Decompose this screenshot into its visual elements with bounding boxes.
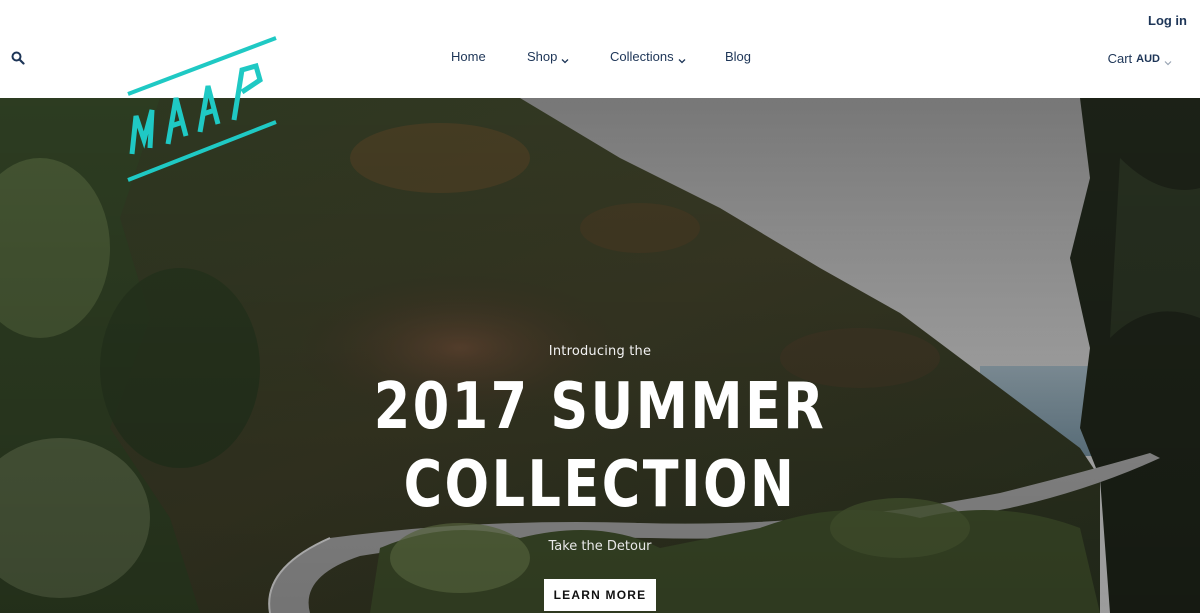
currency-selector[interactable]: AUD [1136, 53, 1160, 65]
nav-item-shop[interactable]: Shop [527, 49, 569, 64]
nav-item-home[interactable]: Home [451, 49, 486, 64]
nav-item-label: Blog [725, 49, 752, 64]
cart-label: Cart [1107, 51, 1133, 66]
nav-item-label: Collections [610, 49, 674, 64]
hero-intro: Introducing the [548, 344, 652, 359]
nav-item-collections[interactable]: Collections [610, 49, 686, 64]
chevron-down-icon [678, 53, 686, 63]
cart-link[interactable]: Cart AUD [1108, 51, 1172, 66]
nav-item-label: Home [451, 49, 486, 64]
nav-item-label: Shop [527, 49, 558, 64]
maap-logo[interactable] [124, 36, 284, 186]
login-link[interactable]: Log in [1148, 13, 1187, 28]
chevron-down-icon [1164, 55, 1172, 65]
chevron-down-icon [561, 53, 569, 63]
hero-headline-line2: COLLECTION [403, 448, 797, 522]
hero-headline: 2017 SUMMER COLLECTION [108, 368, 1092, 524]
learn-more-button[interactable]: LEARN MORE [544, 579, 656, 611]
hero-tagline: Take the Detour [548, 539, 652, 554]
hero-headline-line1: 2017 SUMMER [373, 370, 827, 444]
nav-item-blog[interactable]: Blog [725, 49, 751, 64]
